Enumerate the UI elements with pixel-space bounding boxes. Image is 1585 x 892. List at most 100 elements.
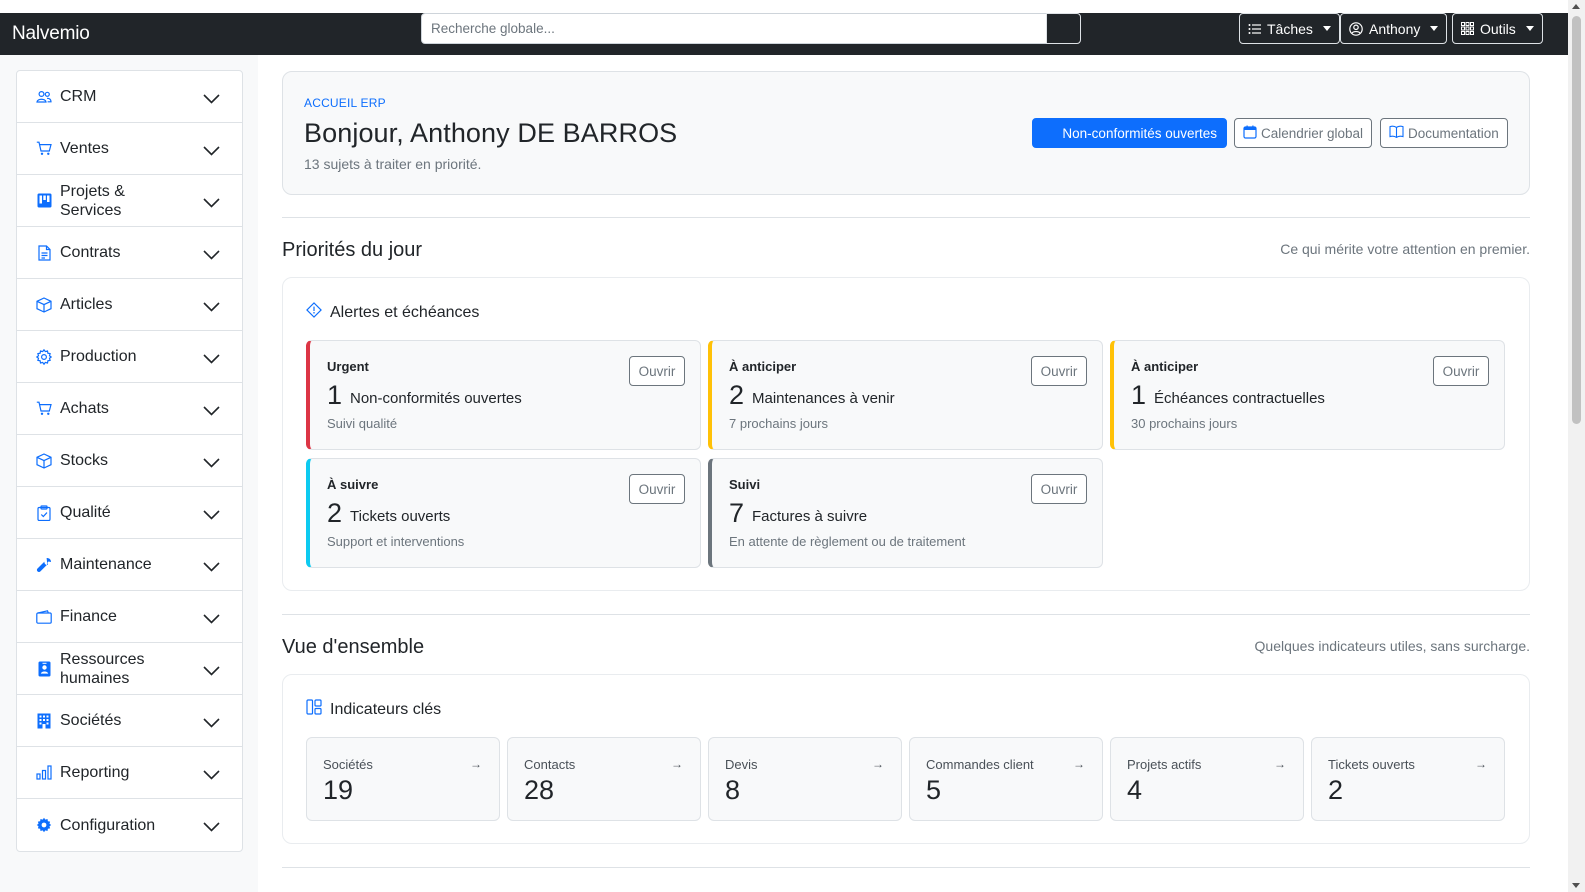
kpi-card-devis[interactable]: Devis → 8	[708, 737, 902, 821]
kanban-icon	[36, 193, 52, 209]
tasks-dropdown[interactable]: Tâches	[1239, 13, 1340, 44]
sidebar-item-maintenance[interactable]: Maintenance	[17, 539, 242, 591]
chevron-down-icon[interactable]	[203, 91, 220, 109]
sidebar-item-label: Ressources humaines	[60, 650, 145, 687]
sidebar-item-label: Achats	[60, 400, 109, 417]
kpi-card-societes[interactable]: Sociétés → 19	[306, 737, 500, 821]
search-button[interactable]	[1046, 13, 1081, 44]
sidebar-item-societes[interactable]: Sociétés	[17, 695, 242, 747]
brand-logo[interactable]: Nalvemio	[12, 19, 90, 49]
alert-title: Maintenances à venir	[752, 390, 895, 407]
diamond-alert-icon	[306, 302, 322, 323]
chevron-down-icon[interactable]	[203, 663, 220, 681]
kpi-card-projets-actifs[interactable]: Projets actifs → 4	[1110, 737, 1304, 821]
layout-icon	[306, 699, 322, 720]
global-search	[421, 13, 1081, 44]
caret-down-icon	[1525, 26, 1534, 31]
top-navbar: Nalvemio Tâches Anthony Outils	[0, 13, 1568, 55]
chevron-down-icon[interactable]	[203, 403, 220, 421]
kpi-value: 5	[926, 775, 942, 805]
alerts-panel-title: Alertes et échéances	[330, 303, 480, 321]
chevron-down-icon[interactable]	[203, 247, 220, 265]
sidebar-item-articles[interactable]: Articles	[17, 279, 242, 331]
chevron-down-icon[interactable]	[203, 767, 220, 785]
tools-dropdown[interactable]: Outils	[1452, 13, 1543, 44]
divider	[282, 217, 1530, 218]
overview-title: Vue d'ensemble	[282, 636, 425, 658]
documentation-button[interactable]: Documentation	[1380, 118, 1508, 148]
cart-icon	[36, 401, 52, 417]
gear-fill-icon	[36, 817, 52, 833]
open-button[interactable]: Ouvrir	[629, 474, 685, 504]
kpi-card-commandes-client[interactable]: Commandes client → 5	[909, 737, 1103, 821]
user-dropdown[interactable]: Anthony	[1340, 13, 1448, 44]
sidebar-item-label: Ventes	[60, 140, 109, 157]
open-button[interactable]: Ouvrir	[1433, 356, 1489, 386]
alert-subtitle: Support et interventions	[327, 534, 465, 549]
alert-card-non-conformites-ouvertes: Urgent 1 Non-conformités ouvertes Suivi qua…	[306, 340, 701, 450]
kpi-card-contacts[interactable]: Contacts → 28	[507, 737, 701, 821]
grid-icon	[1461, 22, 1474, 35]
alert-kind: À anticiper	[729, 359, 797, 374]
kpi-label: Projets actifs	[1127, 757, 1202, 772]
scroll-thumb[interactable]	[1572, 16, 1581, 424]
sidebar-item-ressources-humaines[interactable]: Ressources humaines	[17, 643, 242, 695]
chevron-down-icon[interactable]	[203, 819, 220, 837]
kpi-value: 28	[524, 775, 555, 805]
sidebar-item-projets-services[interactable]: Projets & Services	[17, 175, 242, 227]
sidebar-item-production[interactable]: Production	[17, 331, 242, 383]
search-input[interactable]	[421, 13, 1047, 44]
sidebar-item-finance[interactable]: Finance	[17, 591, 242, 643]
sidebar-item-label: Finance	[60, 608, 117, 625]
open-button[interactable]: Ouvrir	[629, 356, 685, 386]
page-scrollbar[interactable]	[1568, 0, 1585, 892]
wallet-icon	[36, 609, 52, 625]
sidebar-item-ventes[interactable]: Ventes	[17, 123, 242, 175]
chevron-down-icon[interactable]	[203, 611, 220, 629]
scroll-up-icon[interactable]	[1572, 4, 1580, 9]
chevron-down-icon[interactable]	[203, 351, 220, 369]
kpi-label: Devis	[725, 757, 758, 772]
main-content: ACCUEIL ERP Bonjour, Anthony DE BARROS 1…	[258, 55, 1568, 892]
calendar-button[interactable]: Calendrier global	[1234, 118, 1373, 148]
kpi-label: Commandes client	[926, 757, 1034, 772]
scroll-down-icon[interactable]	[1572, 883, 1580, 888]
chevron-down-icon[interactable]	[203, 455, 220, 473]
alert-count: 2	[327, 498, 343, 528]
kpi-card-tickets-ouverts[interactable]: Tickets ouverts → 2	[1311, 737, 1505, 821]
priorities-title: Priorités du jour	[282, 239, 423, 261]
alerts-panel: Alertes et échéances Urgent 1 Non-conformi…	[282, 277, 1530, 591]
arrow-right-icon: →	[671, 757, 683, 771]
sidebar-item-label: CRM	[60, 88, 97, 105]
chevron-down-icon[interactable]	[203, 559, 220, 577]
documentation-button-label: Documentation	[1408, 125, 1499, 141]
chevron-down-icon[interactable]	[203, 143, 220, 161]
open-button[interactable]: Ouvrir	[1031, 356, 1087, 386]
sidebar-item-label: Contrats	[60, 244, 121, 261]
sidebar-item-contrats[interactable]: Contrats	[17, 227, 242, 279]
alert-kind: Suivi	[729, 477, 761, 492]
sidebar-item-crm[interactable]: CRM	[17, 71, 242, 123]
top-strip	[0, 0, 1568, 13]
sidebar-item-reporting[interactable]: Reporting	[17, 747, 242, 799]
overview-note: Quelques indicateurs utiles, sans surcha…	[1254, 638, 1530, 654]
sidebar-item-label: Articles	[60, 296, 113, 313]
sidebar-item-configuration[interactable]: Configuration	[17, 799, 242, 851]
kpi-value: 4	[1127, 775, 1143, 805]
nonconformities-button[interactable]: Non-conformités ouvertes	[1032, 118, 1227, 148]
chevron-down-icon[interactable]	[203, 715, 220, 733]
kpi-label: Contacts	[524, 757, 576, 772]
sidebar-item-stocks[interactable]: Stocks	[17, 435, 242, 487]
open-button[interactable]: Ouvrir	[1031, 474, 1087, 504]
chevron-down-icon[interactable]	[203, 299, 220, 317]
sidebar-item-achats[interactable]: Achats	[17, 383, 242, 435]
kpi-value: 19	[323, 775, 354, 805]
kpi-label: Tickets ouverts	[1328, 757, 1415, 772]
divider	[282, 614, 1530, 615]
chevron-down-icon[interactable]	[203, 507, 220, 525]
sidebar-item-qualite[interactable]: Qualité	[17, 487, 242, 539]
kpi-value: 2	[1328, 775, 1344, 805]
box-icon	[36, 452, 52, 469]
chevron-down-icon[interactable]	[203, 195, 220, 213]
alert-subtitle: En attente de règlement ou de traitement	[729, 534, 966, 549]
